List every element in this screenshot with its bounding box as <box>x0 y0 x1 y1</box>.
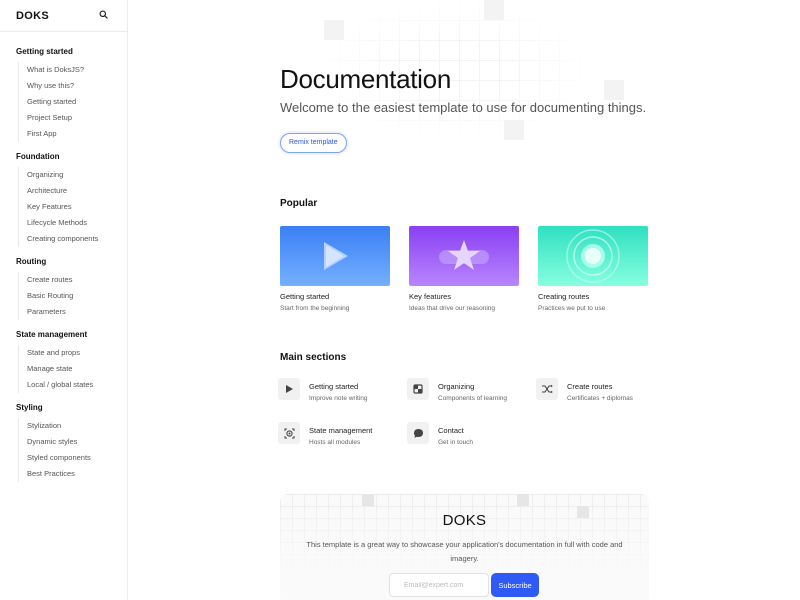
card-title: Getting started <box>280 292 330 301</box>
section-item-state-management[interactable]: State management Hosts all modules <box>278 422 372 446</box>
logo[interactable]: DOKS <box>16 10 49 22</box>
sidebar-item-project-setup[interactable]: Project Setup <box>19 110 127 126</box>
grid-square-decoration <box>362 494 374 506</box>
section-item-text: Getting started Improve note writing <box>309 378 368 402</box>
card-title: Creating routes <box>538 292 590 301</box>
sidebar-item-architecture[interactable]: Architecture <box>19 183 127 199</box>
sidebar-item-state-and-props[interactable]: State and props <box>19 345 127 361</box>
sidebar-item-local-global-states[interactable]: Local / global states <box>19 377 127 393</box>
section-item-title: Getting started <box>309 382 359 391</box>
sidebar-item-styled-components[interactable]: Styled components <box>19 450 127 466</box>
section-item-text: Contact Get in touch <box>438 422 473 446</box>
section-item-subtitle: Hosts all modules <box>309 439 361 446</box>
section-item-getting-started[interactable]: Getting started Improve note writing <box>278 378 368 402</box>
section-item-subtitle: Improve note writing <box>309 395 368 402</box>
grid-square-decoration <box>504 120 524 140</box>
search-icon[interactable] <box>99 9 111 22</box>
nav-group-styling: Styling Stylization Dynamic styles Style… <box>0 403 127 482</box>
popular-card-key-features[interactable]: Key features Ideas that drive our reason… <box>409 226 519 312</box>
nav-group-title: State management <box>16 330 88 339</box>
newsletter-promo: DOKS This template is a great way to sho… <box>280 494 649 600</box>
main-content: Documentation Welcome to the easiest tem… <box>129 0 800 600</box>
card-thumbnail <box>409 226 519 286</box>
sidebar-item-basic-routing[interactable]: Basic Routing <box>19 288 127 304</box>
popular-title: Popular <box>280 198 318 209</box>
sidebar-item-creating-components[interactable]: Creating components <box>19 231 127 247</box>
nav-group-foundation: Foundation Organizing Architecture Key F… <box>0 152 127 247</box>
nav-list: Create routes Basic Routing Parameters <box>18 272 127 320</box>
page-subtitle: Welcome to the easiest template to use f… <box>280 100 647 115</box>
popular-card-getting-started[interactable]: Getting started Start from the beginning <box>280 226 390 312</box>
popular-card-creating-routes[interactable]: Creating routes Practices we put to use <box>538 226 648 312</box>
remix-template-button[interactable]: Remix template <box>280 133 347 153</box>
popular-cards: Getting started Start from the beginning… <box>280 226 648 312</box>
card-title: Key features <box>409 292 452 301</box>
nav-group-getting-started: Getting started What is DoksJS? Why use … <box>0 47 127 142</box>
nav-list: What is DoksJS? Why use this? Getting st… <box>18 62 127 142</box>
main-sections-title: Main sections <box>280 352 347 363</box>
nav-group-routing: Routing Create routes Basic Routing Para… <box>0 257 127 320</box>
sidebar-item-organizing[interactable]: Organizing <box>19 167 127 183</box>
section-item-text: State management Hosts all modules <box>309 422 372 446</box>
nav-list: State and props Manage state Local / glo… <box>18 345 127 393</box>
page-title: Documentation <box>280 64 451 94</box>
section-item-title: Organizing <box>438 382 475 391</box>
card-thumbnail <box>538 226 648 286</box>
section-item-organizing[interactable]: Organizing Components of learning <box>407 378 507 402</box>
card-thumbnail <box>280 226 390 286</box>
sidebar-item-why-use-this[interactable]: Why use this? <box>19 78 127 94</box>
sidebar-item-dynamic-styles[interactable]: Dynamic styles <box>19 434 127 450</box>
grid-square-decoration <box>484 0 504 20</box>
sidebar-item-first-app[interactable]: First App <box>19 126 127 142</box>
section-item-text: Create routes Certificates + diplomas <box>567 378 633 402</box>
promo-title: DOKS <box>442 512 487 529</box>
nav-group-title: Foundation <box>16 152 60 161</box>
section-item-title: State management <box>309 426 373 435</box>
sidebar-item-what-is-doksjs[interactable]: What is DoksJS? <box>19 62 127 78</box>
star-icon <box>439 240 489 270</box>
sidebar-item-getting-started[interactable]: Getting started <box>19 94 127 110</box>
shuffle-icon <box>536 378 558 400</box>
play-icon <box>278 378 300 400</box>
layout-icon <box>407 378 429 400</box>
nav-list: Stylization Dynamic styles Styled compon… <box>18 418 127 482</box>
subscribe-button[interactable]: Subscribe <box>491 573 539 597</box>
section-item-subtitle: Components of learning <box>438 395 508 402</box>
section-item-title: Contact <box>438 426 464 435</box>
email-field[interactable] <box>389 573 489 597</box>
section-item-text: Organizing Components of learning <box>438 378 507 402</box>
section-item-subtitle: Certificates + diplomas <box>567 395 633 402</box>
nav-list: Organizing Architecture Key Features Lif… <box>18 167 127 247</box>
card-subtitle: Ideas that drive our reasoning <box>409 305 495 312</box>
sidebar-item-stylization[interactable]: Stylization <box>19 418 127 434</box>
nav-group-title: Styling <box>16 403 43 412</box>
sidebar: DOKS Getting started What is DoksJS? Why… <box>0 0 128 600</box>
nav-group-title: Getting started <box>16 47 73 56</box>
radar-icon <box>566 229 620 283</box>
section-item-title: Create routes <box>567 382 613 391</box>
section-item-create-routes[interactable]: Create routes Certificates + diplomas <box>536 378 633 402</box>
card-subtitle: Practices we put to use <box>538 305 606 312</box>
sidebar-item-manage-state[interactable]: Manage state <box>19 361 127 377</box>
play-icon <box>324 242 348 270</box>
card-subtitle: Start from the beginning <box>280 305 350 312</box>
grid-square-decoration <box>517 494 529 506</box>
sidebar-item-lifecycle-methods[interactable]: Lifecycle Methods <box>19 215 127 231</box>
nav-group-state-management: State management State and props Manage … <box>0 330 127 393</box>
target-icon <box>278 422 300 444</box>
sidebar-nav: Getting started What is DoksJS? Why use … <box>0 32 127 482</box>
nav-group-title: Routing <box>16 257 47 266</box>
chat-icon <box>407 422 429 444</box>
section-item-contact[interactable]: Contact Get in touch <box>407 422 473 446</box>
sidebar-item-parameters[interactable]: Parameters <box>19 304 127 320</box>
promo-description: This template is a great way to showcase… <box>306 540 623 563</box>
sidebar-item-create-routes[interactable]: Create routes <box>19 272 127 288</box>
grid-square-decoration <box>324 20 344 40</box>
sidebar-item-best-practices[interactable]: Best Practices <box>19 466 127 482</box>
section-item-subtitle: Get in touch <box>438 439 474 446</box>
sidebar-header: DOKS <box>0 0 127 32</box>
hero: Documentation Welcome to the easiest tem… <box>280 64 760 115</box>
sidebar-item-key-features[interactable]: Key Features <box>19 199 127 215</box>
